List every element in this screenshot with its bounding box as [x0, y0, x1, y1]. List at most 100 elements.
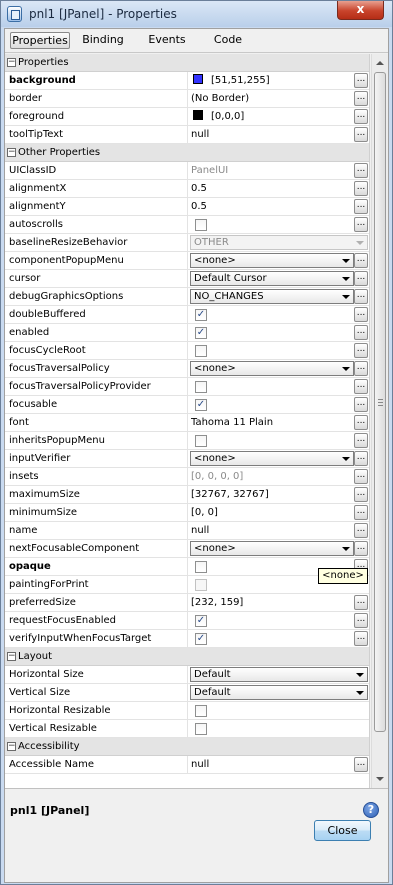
combo-box[interactable]: <none> — [190, 253, 354, 268]
edit-button[interactable]: ... — [354, 163, 368, 178]
collapse-icon[interactable]: − — [7, 148, 16, 157]
property-value[interactable]: 0.5 — [191, 200, 351, 214]
tab-code[interactable]: Code — [208, 32, 248, 49]
scroll-down-icon[interactable] — [373, 772, 387, 786]
edit-button[interactable]: ... — [354, 541, 368, 556]
edit-button[interactable]: ... — [354, 631, 368, 646]
edit-button[interactable]: ... — [354, 199, 368, 214]
help-icon[interactable]: ? — [363, 802, 379, 818]
edit-button[interactable]: ... — [354, 379, 368, 394]
property-value[interactable]: [0, 0] — [191, 506, 351, 520]
property-row-insets[interactable]: insets [0, 0, 0, 0] ... — [5, 468, 369, 486]
checkbox-checked[interactable]: ✓ — [195, 309, 207, 321]
edit-button[interactable]: ... — [354, 253, 368, 268]
property-row-nextfocusablecomponent[interactable]: nextFocusableComponent <none> ... — [5, 540, 369, 558]
dropdown-arrow-icon[interactable] — [342, 457, 350, 461]
property-row-paintingforprint[interactable]: paintingForPrint — [5, 576, 369, 594]
scroll-up-icon[interactable] — [373, 56, 387, 70]
property-row-font[interactable]: font Tahoma 11 Plain ... — [5, 414, 369, 432]
property-row-debuggraphicsoptions[interactable]: debugGraphicsOptions NO_CHANGES ... — [5, 288, 369, 306]
property-row-opaque[interactable]: opaque ... — [5, 558, 369, 576]
edit-button[interactable]: ... — [354, 109, 368, 124]
property-row-tooltiptext[interactable]: toolTipText null ... — [5, 126, 369, 144]
checkbox-unchecked[interactable] — [195, 561, 207, 573]
property-value[interactable]: (No Border) — [191, 92, 351, 106]
collapse-icon[interactable]: − — [7, 58, 16, 67]
property-row-verifyinputwhenfocustarget[interactable]: verifyInputWhenFocusTarget ✓ ... — [5, 630, 369, 648]
property-row-vertical-size[interactable]: Vertical Size Default — [5, 684, 369, 702]
edit-button[interactable]: ... — [354, 73, 368, 88]
vertical-scrollbar[interactable] — [371, 54, 388, 788]
collapse-icon[interactable]: − — [7, 742, 16, 751]
property-row-cursor[interactable]: cursor Default Cursor ... — [5, 270, 369, 288]
property-row-baselineresizebehavior[interactable]: baselineResizeBehavior OTHER — [5, 234, 369, 252]
tab-binding[interactable]: Binding — [78, 32, 128, 49]
property-row-focusable[interactable]: focusable ✓ ... — [5, 396, 369, 414]
checkbox-unchecked[interactable] — [195, 723, 207, 735]
edit-button[interactable]: ... — [354, 523, 368, 538]
property-row-inputverifier[interactable]: inputVerifier <none> ... — [5, 450, 369, 468]
property-row-alignmentx[interactable]: alignmentX 0.5 ... — [5, 180, 369, 198]
property-value[interactable]: null — [191, 524, 351, 538]
edit-button[interactable]: ... — [354, 469, 368, 484]
edit-button[interactable]: ... — [354, 595, 368, 610]
tab-properties[interactable]: Properties — [10, 32, 70, 49]
dropdown-arrow-icon[interactable] — [342, 295, 350, 299]
title-bar[interactable]: pnl1 [JPanel] - Properties x — [1, 1, 392, 27]
edit-button[interactable]: ... — [354, 289, 368, 304]
combo-box[interactable]: <none> — [190, 361, 354, 376]
dropdown-arrow-icon[interactable] — [342, 259, 350, 263]
combo-box[interactable]: Default — [190, 667, 368, 682]
property-row-minimumsize[interactable]: minimumSize [0, 0] ... — [5, 504, 369, 522]
edit-button[interactable]: ... — [354, 397, 368, 412]
property-value[interactable]: null — [191, 128, 351, 142]
property-row-foreground[interactable]: foreground [0,0,0] ... — [5, 108, 369, 126]
property-value[interactable]: [232, 159] — [191, 596, 351, 610]
tab-events[interactable]: Events — [143, 32, 191, 49]
property-row-focuscycleroot[interactable]: focusCycleRoot ... — [5, 342, 369, 360]
property-row-inheritspopupmenu[interactable]: inheritsPopupMenu ... — [5, 432, 369, 450]
property-row-enabled[interactable]: enabled ✓ ... — [5, 324, 369, 342]
edit-button[interactable]: ... — [354, 757, 368, 772]
dropdown-arrow-icon[interactable] — [342, 277, 350, 281]
combo-box[interactable]: <none> — [190, 541, 354, 556]
checkbox-checked[interactable]: ✓ — [195, 399, 207, 411]
edit-button[interactable]: ... — [354, 271, 368, 286]
dropdown-arrow-icon[interactable] — [342, 367, 350, 371]
property-row-requestfocusenabled[interactable]: requestFocusEnabled ✓ ... — [5, 612, 369, 630]
edit-button[interactable]: ... — [354, 505, 368, 520]
scrollbar-thumb[interactable] — [374, 72, 386, 732]
property-value[interactable]: [51,51,255] — [191, 74, 351, 88]
edit-button[interactable]: ... — [354, 181, 368, 196]
combo-box[interactable]: Default Cursor — [190, 271, 354, 286]
checkbox-unchecked[interactable] — [195, 381, 207, 393]
section-properties[interactable]: − Properties — [5, 54, 369, 72]
checkbox-unchecked[interactable] — [195, 705, 207, 717]
edit-button[interactable]: ... — [354, 325, 368, 340]
property-row-vertical-resizable[interactable]: Vertical Resizable — [5, 720, 369, 738]
property-row-focustraversalpolicyprovider[interactable]: focusTraversalPolicyProvider ... — [5, 378, 369, 396]
property-row-name[interactable]: name null ... — [5, 522, 369, 540]
combo-box[interactable]: Default — [190, 685, 368, 700]
edit-button[interactable]: ... — [354, 451, 368, 466]
property-row-accessible-name[interactable]: Accessible Name null ... — [5, 756, 369, 774]
close-button[interactable]: Close — [314, 820, 371, 841]
property-value[interactable]: null — [191, 758, 351, 772]
combo-box[interactable]: NO_CHANGES — [190, 289, 354, 304]
property-row-background[interactable]: background [51,51,255] ... — [5, 72, 369, 90]
edit-button[interactable]: ... — [354, 307, 368, 322]
property-value[interactable]: Tahoma 11 Plain — [191, 416, 351, 430]
checkbox-checked[interactable]: ✓ — [195, 615, 207, 627]
property-row-uiclassid[interactable]: UIClassID PanelUI ... — [5, 162, 369, 180]
collapse-icon[interactable]: − — [7, 652, 16, 661]
property-row-componentpopupmenu[interactable]: componentPopupMenu <none> ... — [5, 252, 369, 270]
dropdown-arrow-icon[interactable] — [356, 691, 364, 695]
property-row-preferredsize[interactable]: preferredSize [232, 159] ... — [5, 594, 369, 612]
property-row-alignmenty[interactable]: alignmentY 0.5 ... — [5, 198, 369, 216]
section-layout[interactable]: − Layout — [5, 648, 369, 666]
property-row-doublebuffered[interactable]: doubleBuffered ✓ ... — [5, 306, 369, 324]
checkbox-checked[interactable]: ✓ — [195, 633, 207, 645]
property-row-maximumsize[interactable]: maximumSize [32767, 32767] ... — [5, 486, 369, 504]
edit-button[interactable]: ... — [354, 91, 368, 106]
property-value[interactable]: 0.5 — [191, 182, 351, 196]
